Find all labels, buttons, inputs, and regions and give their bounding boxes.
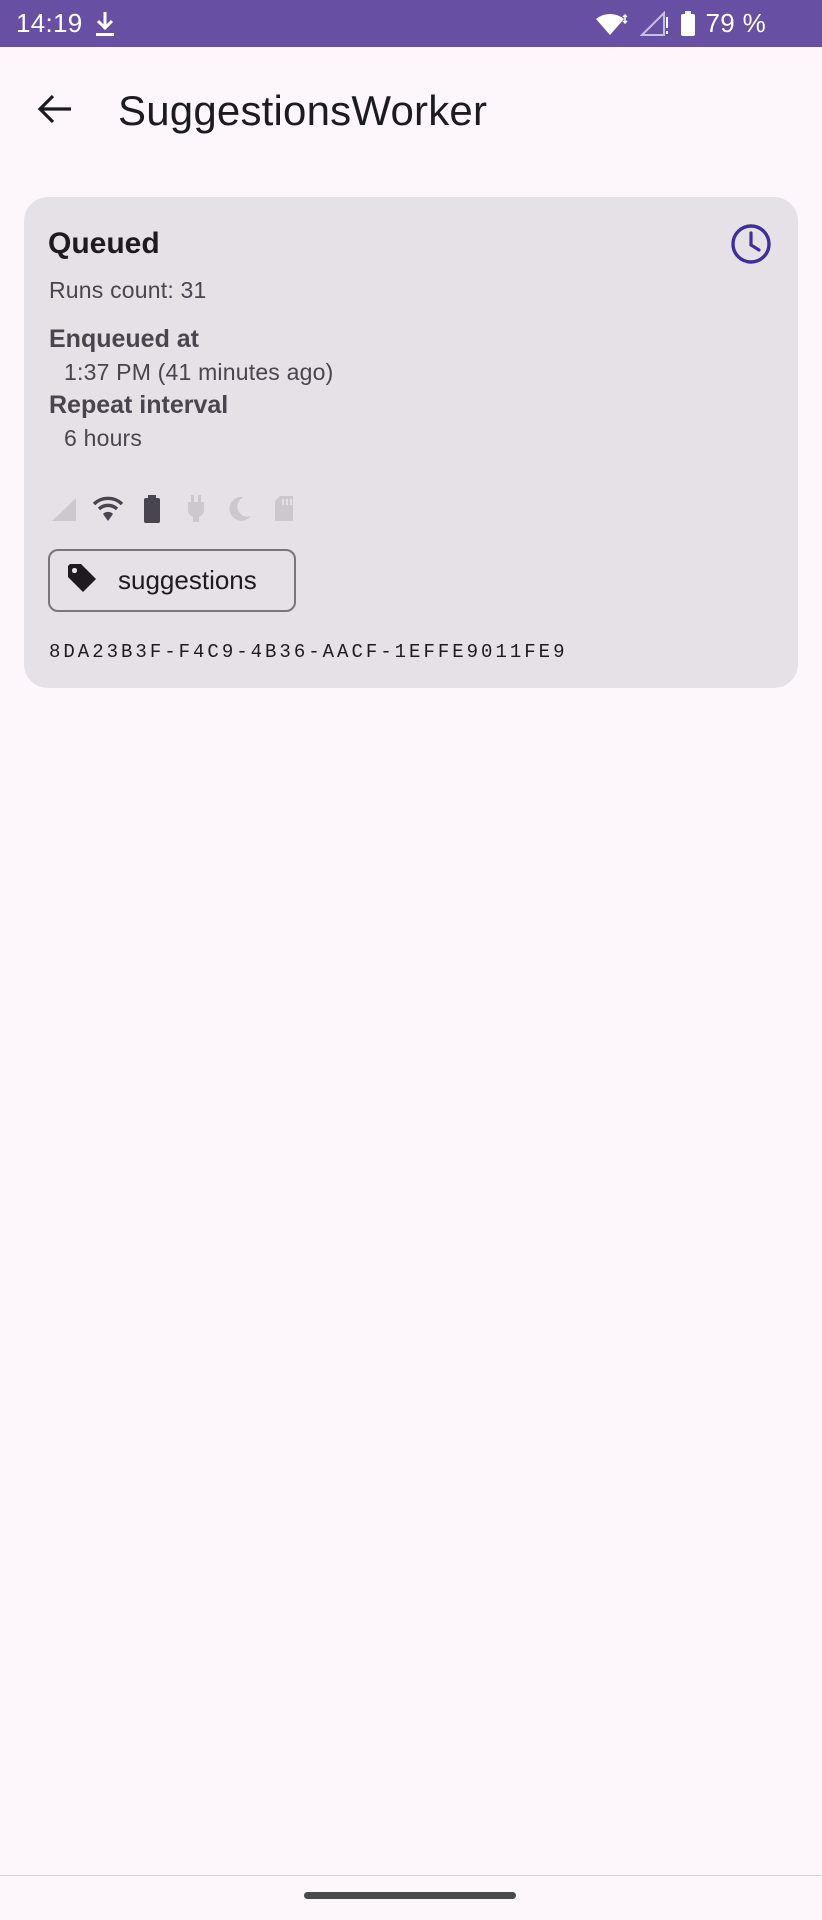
- cellular-signal-icon: [639, 10, 670, 37]
- moon-idle-icon: [224, 494, 255, 525]
- wifi-icon: [92, 494, 123, 525]
- battery-icon: [680, 10, 696, 37]
- work-info-card: Queued Runs count: 31 Enqueued at 1:37 P…: [24, 197, 798, 688]
- back-button[interactable]: [20, 76, 90, 146]
- tag-icon: [66, 562, 98, 599]
- download-icon: [93, 10, 117, 38]
- wifi-icon: [594, 11, 630, 37]
- runs-count: Runs count: 31: [49, 277, 207, 303]
- repeat-interval-label: Repeat interval: [49, 391, 229, 419]
- constraints-row: [48, 492, 299, 526]
- top-app-bar: SuggestionsWorker: [0, 47, 822, 175]
- storage-card-icon: [268, 494, 299, 525]
- repeat-interval-value: 6 hours: [64, 425, 143, 451]
- status-left: 14:19: [16, 8, 117, 39]
- arrow-back-icon: [37, 93, 73, 130]
- battery-icon: [136, 494, 167, 525]
- home-indicator[interactable]: [304, 1892, 516, 1899]
- enqueued-label: Enqueued at: [49, 325, 200, 353]
- work-id: 8DA23B3F-F4C9-4B36-AACF-1EFFE9011FE9: [49, 641, 568, 663]
- tag-label: suggestions: [118, 565, 257, 595]
- tag-chip[interactable]: suggestions: [48, 549, 296, 612]
- bottom-divider: [0, 1875, 822, 1876]
- power-plug-icon: [180, 494, 211, 525]
- status-right: 79 %: [594, 8, 766, 39]
- battery-percent: 79 %: [705, 8, 766, 38]
- status-bar: 14:19 79 %: [0, 0, 822, 47]
- status-time: 14:19: [16, 8, 83, 38]
- work-state: Queued: [48, 227, 160, 260]
- network-signal-icon: [48, 494, 79, 525]
- clock-icon: [730, 223, 772, 270]
- page-title: SuggestionsWorker: [118, 87, 488, 134]
- enqueued-value: 1:37 PM (41 minutes ago): [64, 359, 334, 385]
